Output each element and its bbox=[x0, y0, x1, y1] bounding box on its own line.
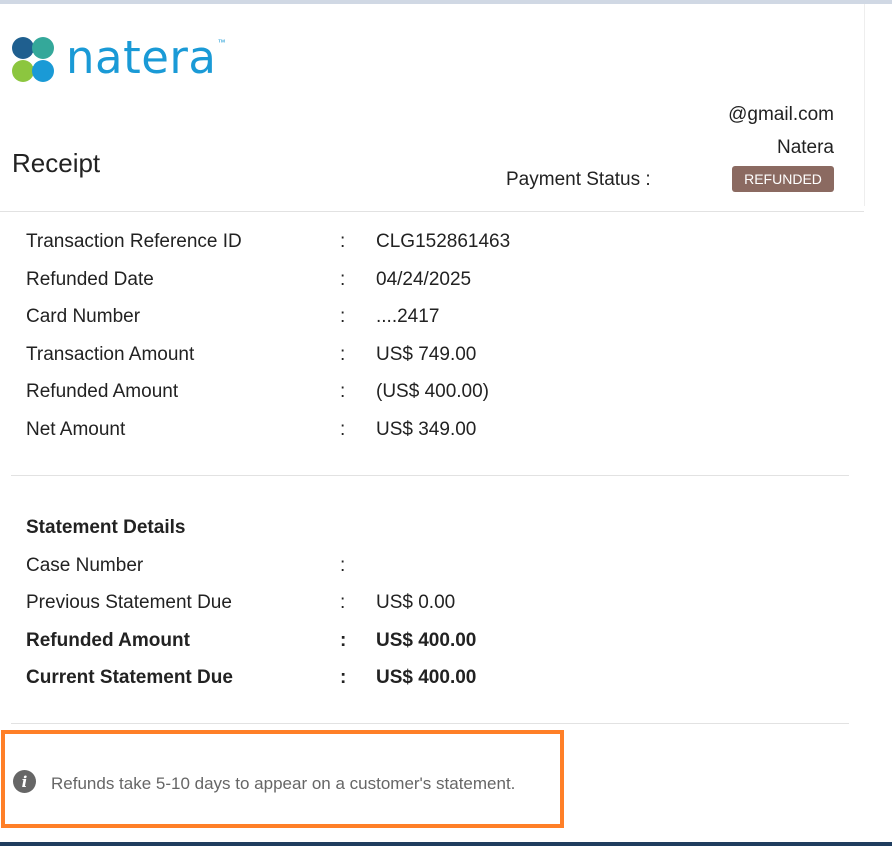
payment-status-label: Payment Status : bbox=[506, 169, 651, 190]
natera-logo: natera ™ bbox=[10, 30, 226, 84]
row-label: Card Number bbox=[26, 306, 141, 327]
page-title: Receipt bbox=[12, 148, 101, 178]
refund-notice-highlight: i Refunds take 5-10 days to appear on a … bbox=[1, 730, 564, 828]
statement-details-title: Statement Details bbox=[26, 517, 186, 538]
row-separator: : bbox=[340, 269, 346, 290]
row-value: US$ 749.00 bbox=[376, 344, 477, 365]
customer-email: @gmail.com bbox=[728, 104, 834, 125]
bottom-border bbox=[0, 842, 892, 846]
row-separator: : bbox=[340, 667, 347, 688]
row-label: Transaction Amount bbox=[26, 344, 195, 365]
row-separator: : bbox=[340, 306, 346, 327]
row-label: Current Statement Due bbox=[26, 667, 233, 688]
row-label: Previous Statement Due bbox=[26, 592, 232, 613]
row-separator: : bbox=[340, 419, 346, 440]
row-value: ....2417 bbox=[376, 306, 440, 327]
row-separator: : bbox=[340, 630, 347, 651]
row-value: (US$ 400.00) bbox=[376, 381, 490, 402]
row-label: Refunded Amount bbox=[26, 381, 179, 402]
logo-trademark: ™ bbox=[217, 37, 226, 47]
row-value: 04/24/2025 bbox=[376, 269, 472, 290]
row-value: CLG152861463 bbox=[376, 231, 511, 252]
header-divider bbox=[0, 211, 864, 212]
row-separator: : bbox=[340, 555, 346, 576]
top-border bbox=[0, 0, 892, 4]
row-separator: : bbox=[340, 231, 346, 252]
natera-logo-mark-icon bbox=[12, 37, 54, 82]
row-value: US$ 400.00 bbox=[376, 630, 477, 651]
right-border bbox=[864, 4, 865, 206]
row-label: Net Amount bbox=[26, 419, 126, 440]
row-label: Refunded Amount bbox=[26, 630, 190, 651]
row-value: US$ 0.00 bbox=[376, 592, 456, 613]
logo-wordmark: natera bbox=[66, 30, 217, 84]
row-value: US$ 349.00 bbox=[376, 419, 477, 440]
row-value: US$ 400.00 bbox=[376, 667, 477, 688]
row-label: Case Number bbox=[26, 555, 144, 576]
statement-divider bbox=[11, 723, 849, 724]
section-divider bbox=[11, 475, 849, 476]
row-separator: : bbox=[340, 344, 346, 365]
info-icon: i bbox=[13, 770, 36, 793]
status-badge: REFUNDED bbox=[732, 166, 834, 192]
row-label: Transaction Reference ID bbox=[26, 231, 242, 252]
row-separator: : bbox=[340, 381, 346, 402]
row-label: Refunded Date bbox=[26, 269, 154, 290]
refund-notice-text: Refunds take 5-10 days to appear on a cu… bbox=[51, 774, 516, 793]
organization-name: Natera bbox=[776, 137, 834, 158]
row-separator: : bbox=[340, 592, 346, 613]
